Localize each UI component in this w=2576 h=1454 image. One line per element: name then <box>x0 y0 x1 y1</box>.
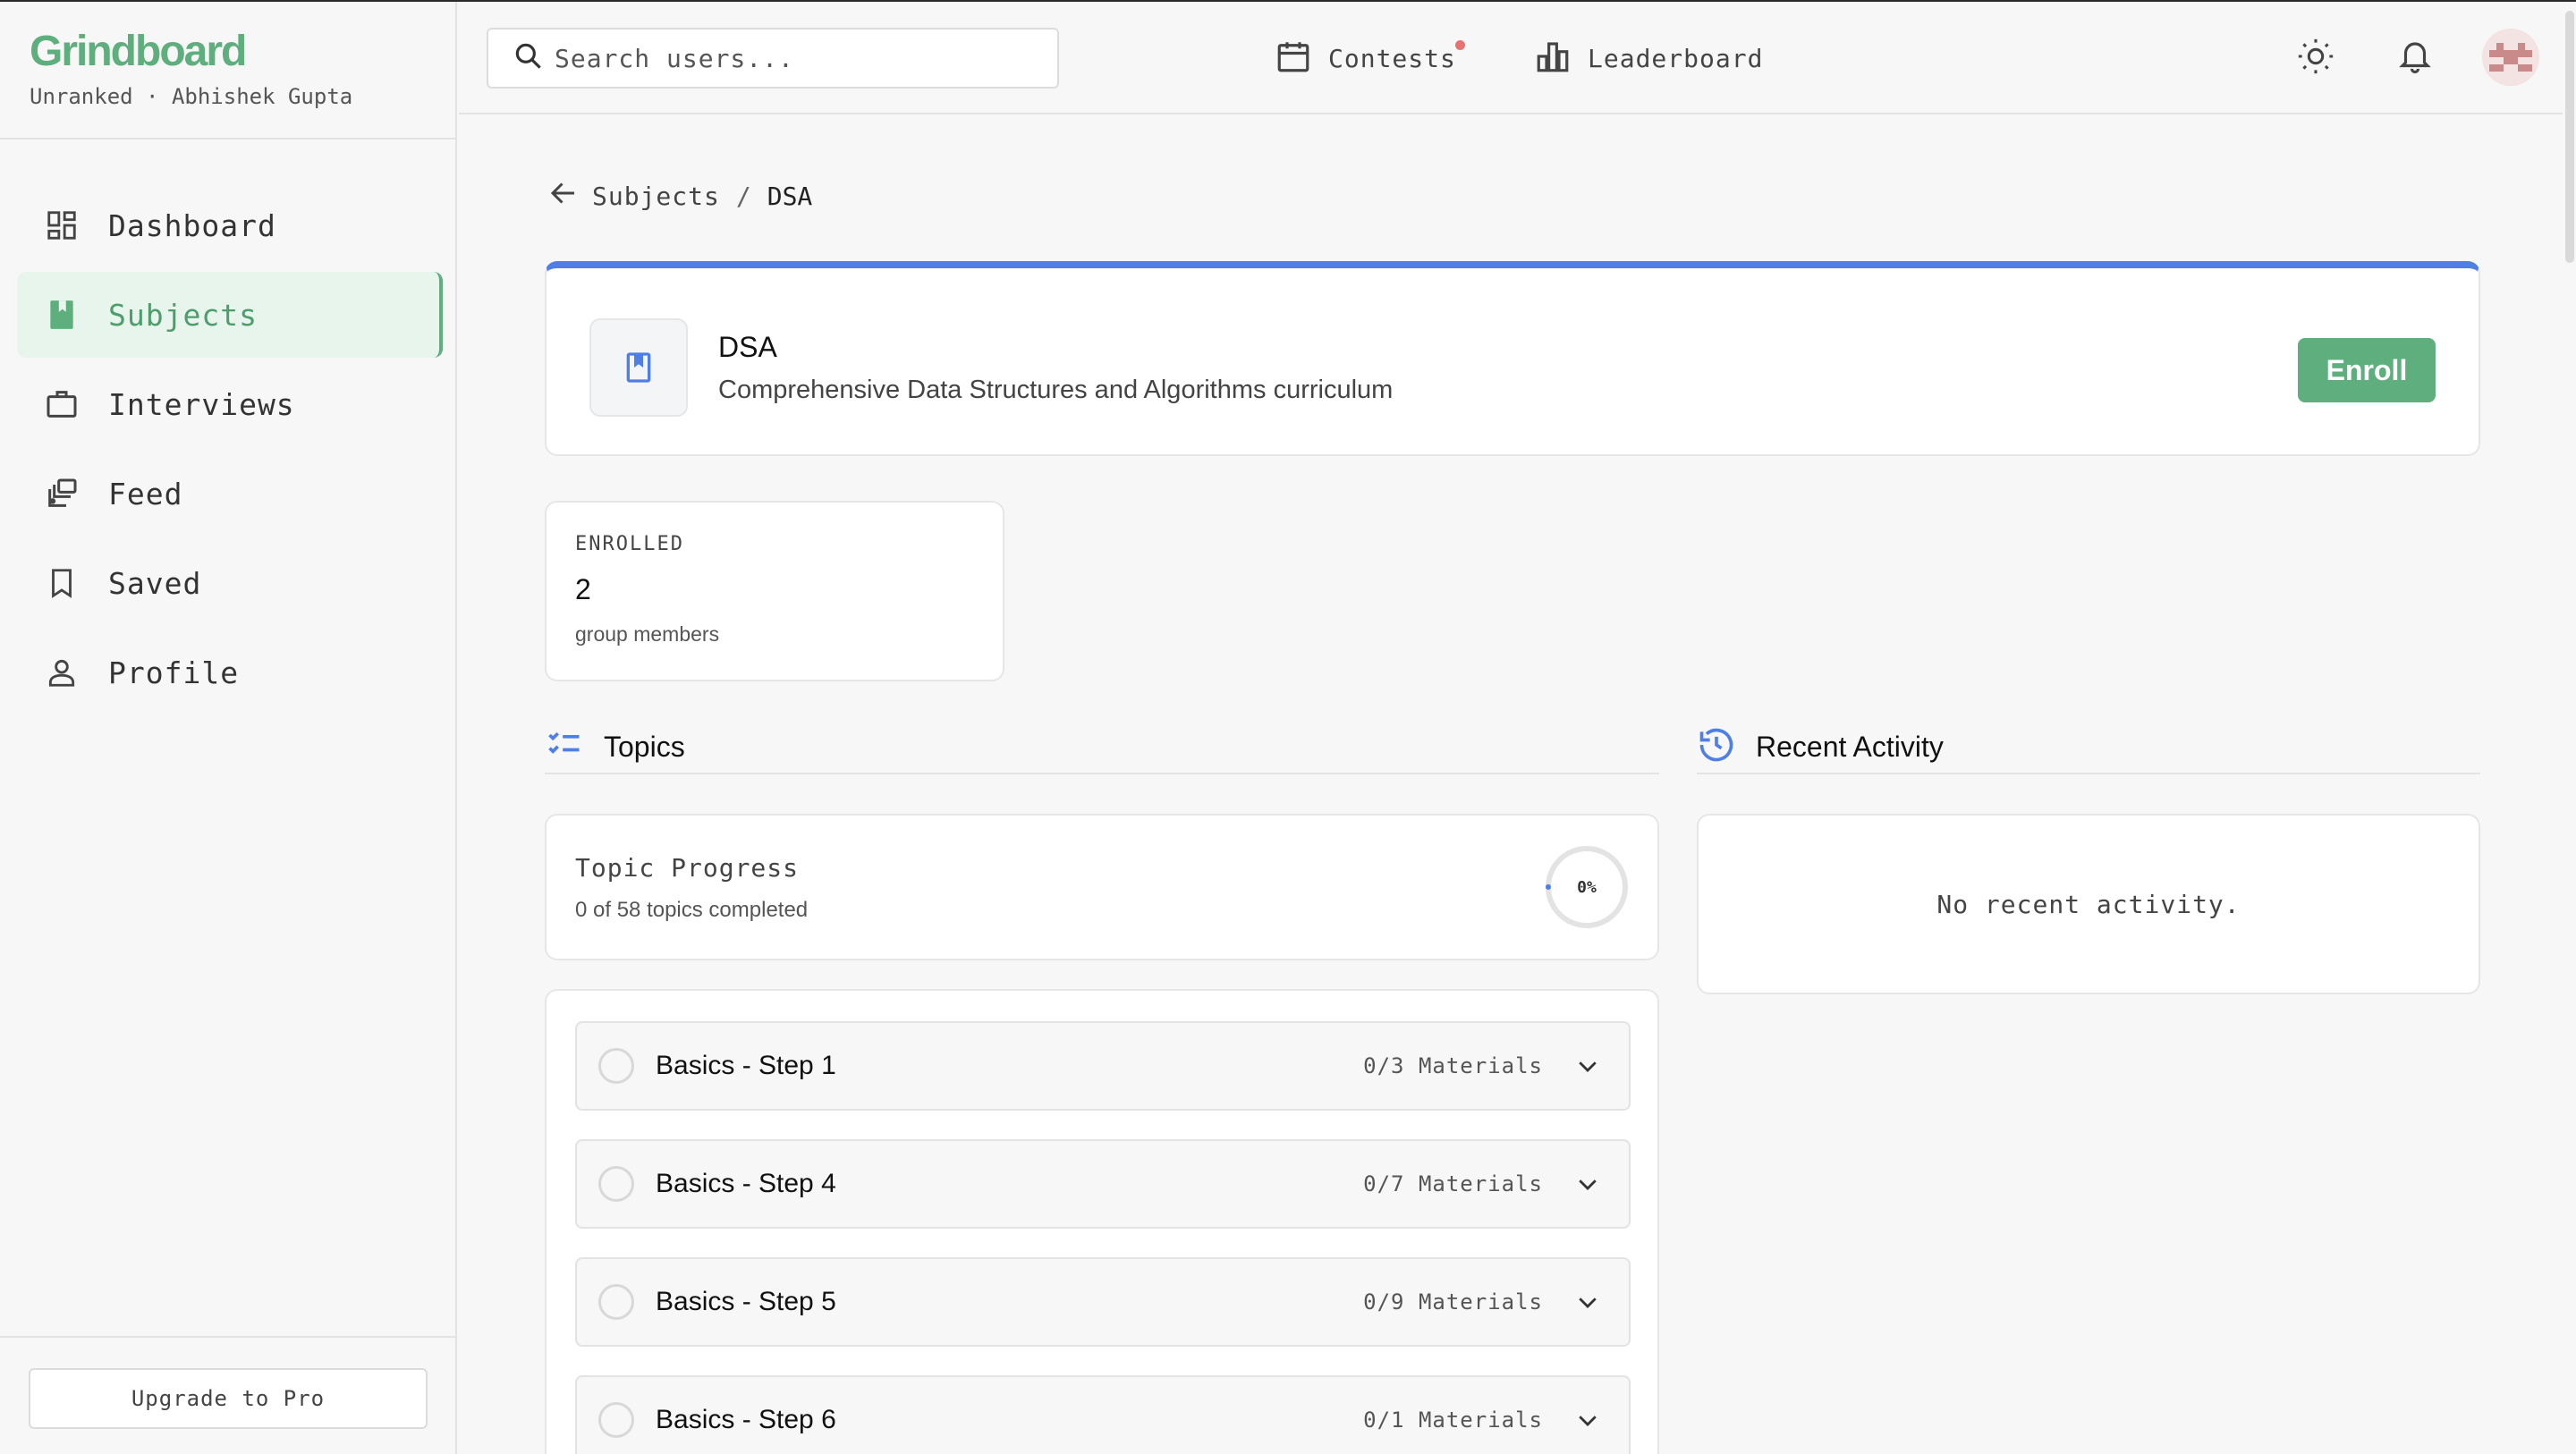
breadcrumb-parent-link[interactable]: Subjects <box>592 182 720 211</box>
topics-title: Topics <box>604 730 685 763</box>
sidebar-item-feed[interactable]: Feed <box>17 451 443 537</box>
sidebar-item-label: Interviews <box>108 386 295 422</box>
scrollbar-thumb[interactable] <box>2565 11 2574 263</box>
sidebar-item-interviews[interactable]: Interviews <box>17 361 443 447</box>
sidebar-item-label: Feed <box>108 476 183 511</box>
chevron-down-icon[interactable] <box>1572 1286 1604 1318</box>
user-icon <box>44 655 80 690</box>
notification-dot <box>1454 40 1465 50</box>
topic-name: Basics - Step 5 <box>656 1287 836 1316</box>
topic-row[interactable]: Basics - Step 6 0/1 Materials <box>575 1375 1631 1454</box>
sidebar-item-label: Subjects <box>108 297 258 333</box>
leaderboard-label: Leaderboard <box>1588 44 1764 73</box>
contests-text: Contests <box>1328 44 1456 73</box>
dashboard-icon <box>44 207 80 243</box>
activity-empty-text: No recent activity. <box>1936 889 2241 919</box>
book-icon <box>44 297 80 333</box>
sidebar-item-label: Profile <box>108 655 240 690</box>
breadcrumb-separator: / <box>735 182 751 211</box>
progress-subtitle: 0 of 58 topics completed <box>575 898 809 922</box>
search-box[interactable] <box>487 28 1059 89</box>
progress-title: Topic Progress <box>575 853 800 883</box>
activity-title: Recent Activity <box>1756 730 1944 763</box>
chevron-down-icon[interactable] <box>1572 1404 1604 1436</box>
scrollbar[interactable] <box>2563 2 2576 1454</box>
sidebar-item-profile[interactable]: Profile <box>17 630 443 715</box>
contests-link[interactable]: Contests <box>1275 38 1465 80</box>
subject-header-card: DSA Comprehensive Data Structures and Al… <box>545 261 2480 456</box>
topic-name: Basics - Step 4 <box>656 1169 836 1198</box>
sidebar-item-saved[interactable]: Saved <box>17 540 443 626</box>
topic-checkbox[interactable] <box>598 1284 634 1320</box>
breadcrumb: Subjects / DSA <box>547 177 812 216</box>
activity-heading: Recent Activity <box>1697 721 2480 774</box>
sidebar-item-label: Saved <box>108 565 202 601</box>
subject-description: Comprehensive Data Structures and Algori… <box>718 376 1394 404</box>
sidebar-item-label: Dashboard <box>108 207 276 243</box>
stat-sub: group members <box>575 622 720 646</box>
recent-activity-card: No recent activity. <box>1697 814 2480 994</box>
topics-list-card: Basics - Step 1 0/3 Materials Basics - S… <box>545 989 1659 1454</box>
topics-heading: Topics <box>545 721 1659 774</box>
chevron-down-icon[interactable] <box>1572 1168 1604 1200</box>
sidebar-footer: Upgrade to Pro <box>0 1336 455 1454</box>
topic-materials-count: 0/7 Materials <box>1363 1171 1543 1196</box>
stat-label: ENROLLED <box>575 533 684 555</box>
sidebar-item-dashboard[interactable]: Dashboard <box>17 182 443 268</box>
topic-row[interactable]: Basics - Step 5 0/9 Materials <box>575 1257 1631 1347</box>
topic-row[interactable]: Basics - Step 1 0/3 Materials <box>575 1021 1631 1111</box>
subject-book-icon <box>589 318 688 417</box>
topic-materials-count: 0/1 Materials <box>1363 1408 1543 1433</box>
briefcase-icon <box>44 386 80 422</box>
bell-icon[interactable] <box>2393 34 2437 79</box>
topic-checkbox[interactable] <box>598 1048 634 1084</box>
bookmark-icon <box>44 565 80 601</box>
search-icon <box>512 39 546 78</box>
sidebar-item-subjects[interactable]: Subjects <box>17 272 443 358</box>
topic-name: Basics - Step 1 <box>656 1051 836 1080</box>
topic-name: Basics - Step 6 <box>656 1405 836 1434</box>
checklist-icon <box>545 725 584 769</box>
upgrade-button[interactable]: Upgrade to Pro <box>29 1368 428 1429</box>
calendar-icon <box>1275 38 1312 80</box>
topic-materials-count: 0/9 Materials <box>1363 1289 1543 1315</box>
leaderboard-link[interactable]: Leaderboard <box>1534 38 1763 80</box>
brand-name[interactable]: Grindboard <box>30 29 455 75</box>
topic-progress-card: Topic Progress 0 of 58 topics completed … <box>545 814 1659 960</box>
history-icon <box>1697 725 1736 769</box>
subject-title: DSA <box>718 331 777 363</box>
feed-icon <box>44 476 80 511</box>
topbar: Contests Leaderboard <box>459 2 2563 114</box>
avatar[interactable] <box>2482 29 2539 86</box>
enroll-button[interactable]: Enroll <box>2298 338 2436 402</box>
topic-checkbox[interactable] <box>598 1402 634 1438</box>
search-input[interactable] <box>555 43 1055 73</box>
theme-toggle-sun-icon[interactable] <box>2293 34 2338 79</box>
contests-label: Contests <box>1328 40 1465 73</box>
breadcrumb-current: DSA <box>767 182 813 211</box>
stat-value: 2 <box>575 573 591 605</box>
progress-percent: 0% <box>1577 877 1597 897</box>
leaderboard-icon <box>1534 38 1572 80</box>
brand: Grindboard Unranked · Abhishek Gupta <box>0 2 455 139</box>
back-arrow-icon[interactable] <box>547 177 580 216</box>
brand-subtitle: Unranked · Abhishek Gupta <box>30 84 353 109</box>
topic-row[interactable]: Basics - Step 4 0/7 Materials <box>575 1139 1631 1229</box>
topic-checkbox[interactable] <box>598 1166 634 1202</box>
topic-materials-count: 0/3 Materials <box>1363 1053 1543 1078</box>
enrolled-stat-card: ENROLLED 2 group members <box>545 501 1004 681</box>
chevron-down-icon[interactable] <box>1572 1050 1604 1082</box>
sidebar-nav: Dashboard Subjects Interviews Feed Saved <box>0 139 455 715</box>
sidebar: Grindboard Unranked · Abhishek Gupta Das… <box>0 2 457 1454</box>
